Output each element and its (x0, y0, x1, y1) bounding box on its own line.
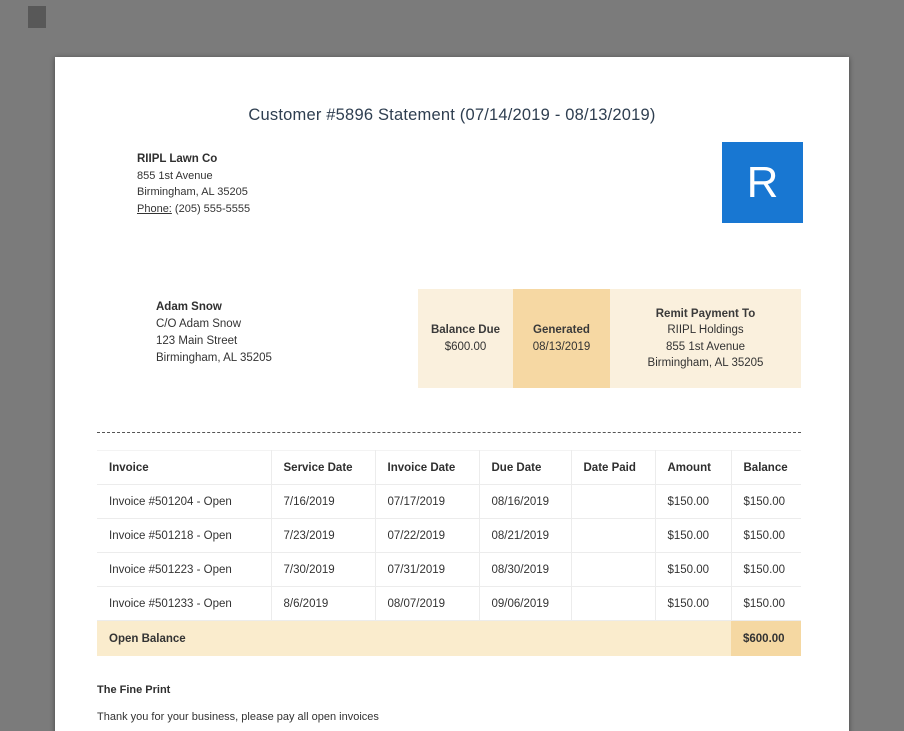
remit-label: Remit Payment To (655, 307, 756, 320)
cell-due-date: 08/16/2019 (478, 484, 572, 519)
table-row: Invoice #501218 - Open 7/23/2019 07/22/2… (97, 518, 801, 553)
cell-date-paid (570, 586, 656, 621)
company-logo: R (722, 142, 803, 223)
table-row: Invoice #501223 - Open 7/30/2019 07/31/2… (97, 552, 801, 587)
cell-service-date: 7/16/2019 (270, 484, 376, 519)
table-row: Invoice #501204 - Open 7/16/2019 07/17/2… (97, 484, 801, 519)
viewer-corner-artifact (28, 6, 46, 28)
cell-service-date: 7/23/2019 (270, 518, 376, 553)
company-block: RIIPL Lawn Co 855 1st Avenue Birmingham,… (137, 142, 250, 217)
header-amount: Amount (654, 450, 732, 485)
cell-due-date: 09/06/2019 (478, 586, 572, 621)
balance-due-label: Balance Due (430, 323, 501, 336)
statement-header: RIIPL Lawn Co 855 1st Avenue Birmingham,… (55, 142, 849, 223)
cell-due-date: 08/30/2019 (478, 552, 572, 587)
cell-date-paid (570, 484, 656, 519)
dashed-separator (97, 432, 801, 433)
remit-payment-cell: Remit Payment To RIIPL Holdings 855 1st … (610, 289, 801, 388)
invoice-table: Invoice Service Date Invoice Date Due Da… (97, 450, 801, 656)
cell-amount: $150.00 (654, 518, 732, 553)
company-logo-letter: R (746, 157, 779, 207)
summary-box: Balance Due $600.00 Generated 08/13/2019… (418, 289, 801, 388)
cell-invoice: Invoice #501233 - Open (97, 586, 272, 621)
cell-invoice: Invoice #501204 - Open (97, 484, 272, 519)
cell-due-date: 08/21/2019 (478, 518, 572, 553)
cell-invoice: Invoice #501218 - Open (97, 518, 272, 553)
phone-value: (205) 555-5555 (171, 202, 251, 215)
header-invoice: Invoice (97, 450, 272, 485)
generated-value: 08/13/2019 (532, 340, 591, 353)
balance-due-cell: Balance Due $600.00 (418, 289, 513, 388)
header-invoice-date: Invoice Date (374, 450, 480, 485)
cell-service-date: 7/30/2019 (270, 552, 376, 587)
cell-balance: $150.00 (730, 484, 801, 519)
company-phone: Phone: (205) 555-5555 (137, 201, 250, 218)
cell-amount: $150.00 (654, 586, 732, 621)
cell-balance: $150.00 (730, 552, 801, 587)
remit-line2: 855 1st Avenue (665, 340, 746, 353)
cell-invoice-date: 07/22/2019 (374, 518, 480, 553)
generated-cell: Generated 08/13/2019 (513, 289, 610, 388)
cell-invoice-date: 08/07/2019 (374, 586, 480, 621)
cell-date-paid (570, 552, 656, 587)
fine-print-text: Thank you for your business, please pay … (97, 711, 379, 723)
document-viewer: Customer #5896 Statement (07/14/2019 - 0… (0, 0, 904, 731)
cell-amount: $150.00 (654, 484, 732, 519)
cell-invoice-date: 07/17/2019 (374, 484, 480, 519)
balance-due-value: $600.00 (444, 340, 487, 353)
header-balance: Balance (730, 450, 801, 485)
cell-invoice-date: 07/31/2019 (374, 552, 480, 587)
fine-print-heading: The Fine Print (97, 684, 171, 696)
customer-line2: 123 Main Street (156, 335, 238, 347)
header-date-paid: Date Paid (570, 450, 656, 485)
company-address-line1: 855 1st Avenue (137, 169, 213, 182)
header-service-date: Service Date (270, 450, 376, 485)
customer-line3: Birmingham, AL 35205 (156, 352, 272, 364)
statement-mid-section: Adam Snow C/O Adam Snow 123 Main Street … (55, 289, 849, 388)
cell-service-date: 8/6/2019 (270, 586, 376, 621)
customer-name: Adam Snow (156, 301, 222, 313)
remit-line1: RIIPL Holdings (667, 324, 744, 336)
cell-balance: $150.00 (730, 586, 801, 621)
page-title: Customer #5896 Statement (07/14/2019 - 0… (248, 106, 656, 124)
customer-block: Adam Snow C/O Adam Snow 123 Main Street … (156, 289, 418, 388)
remit-line3: Birmingham, AL 35205 (647, 357, 764, 369)
phone-label: Phone: (137, 202, 172, 215)
open-balance-row: Open Balance $600.00 (97, 620, 801, 656)
header-due-date: Due Date (478, 450, 572, 485)
open-balance-value: $600.00 (731, 620, 801, 656)
open-balance-label: Open Balance (97, 620, 271, 656)
company-address-line2: Birmingham, AL 35205 (137, 186, 248, 198)
cell-amount: $150.00 (654, 552, 732, 587)
generated-label: Generated (533, 323, 590, 336)
cell-invoice: Invoice #501223 - Open (97, 552, 272, 587)
cell-balance: $150.00 (730, 518, 801, 553)
company-name: RIIPL Lawn Co (137, 153, 218, 165)
customer-line1: C/O Adam Snow (156, 318, 242, 330)
table-row: Invoice #501233 - Open 8/6/2019 08/07/20… (97, 586, 801, 621)
statement-page: Customer #5896 Statement (07/14/2019 - 0… (55, 57, 849, 731)
cell-date-paid (570, 518, 656, 553)
table-header-row: Invoice Service Date Invoice Date Due Da… (97, 450, 801, 485)
